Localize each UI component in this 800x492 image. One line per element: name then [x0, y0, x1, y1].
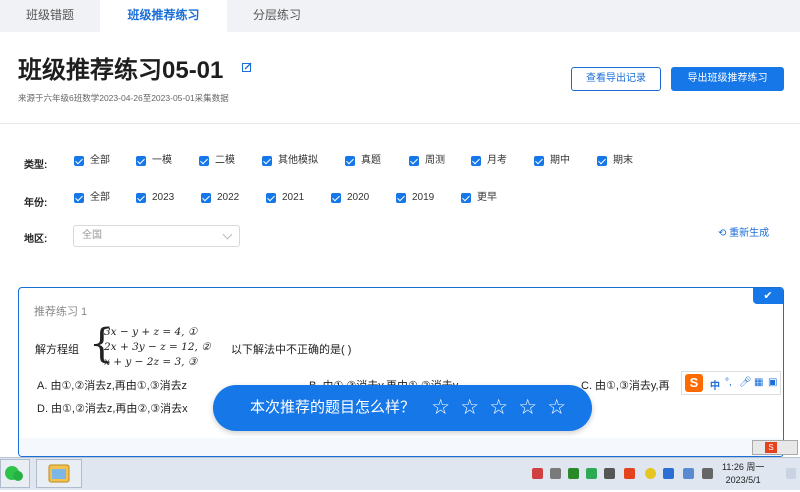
tab-class-recommended[interactable]: 班级推荐练习: [100, 0, 227, 32]
tab-bar: 班级错题 班级推荐练习 分层练习: [0, 0, 800, 32]
year-checkbox-2023[interactable]: 2023: [136, 192, 174, 206]
tray-app-icon[interactable]: [624, 468, 635, 479]
clock[interactable]: 11:26 周一 2023/5/1: [722, 461, 764, 487]
type-checkbox-real-exam[interactable]: 真题: [345, 155, 381, 169]
keyboard-icon[interactable]: ▦: [754, 377, 763, 388]
star-icon[interactable]: ☆: [518, 385, 537, 431]
rating-prompt: 本次推荐的题目怎么样？: [250, 399, 416, 416]
page-title: 班级推荐练习05-01: [18, 57, 224, 84]
practice-card: ✔ 推荐练习 1 解方程组 { 3x − y + z = 4, ① 2x + 3…: [18, 287, 784, 457]
refresh-icon: ⟲: [718, 228, 727, 239]
ime-mini-bar[interactable]: S: [752, 440, 798, 455]
equation-3: x + y − 2z = 3, ③: [104, 356, 198, 368]
wechat-tray-icon[interactable]: [586, 468, 597, 479]
show-desktop-button[interactable]: [786, 468, 796, 479]
card-title: 推荐练习 1: [34, 306, 88, 318]
type-filter-label: 类型:: [24, 160, 48, 171]
tray-app-icon[interactable]: [645, 468, 656, 479]
year-checkbox-2021[interactable]: 2021: [266, 192, 304, 206]
punctuation-icon[interactable]: °,: [725, 377, 732, 388]
star-icon[interactable]: ☆: [431, 385, 450, 431]
microphone-icon[interactable]: 🎤︎: [739, 377, 752, 388]
tray-app-icon[interactable]: [550, 468, 561, 479]
ime-language[interactable]: 中: [710, 377, 720, 392]
taskbar: 11:26 周一 2023/5/1: [0, 457, 800, 490]
chevron-down-icon: [222, 229, 233, 240]
regenerate-button[interactable]: ⟲ 重新生成: [718, 224, 769, 239]
equation-1: 3x − y + z = 4, ①: [104, 326, 198, 338]
tray-app-icon[interactable]: [568, 468, 579, 479]
export-practice-button[interactable]: 导出班级推荐练习: [671, 67, 784, 91]
type-checkbox-midterm[interactable]: 期中: [534, 155, 570, 169]
volume-icon[interactable]: [702, 468, 713, 479]
card-footer: [19, 438, 783, 456]
type-checkbox-mock1[interactable]: 一模: [136, 155, 172, 169]
clock-time: 11:26 周一: [722, 462, 765, 472]
region-filter-label: 地区:: [24, 234, 48, 245]
year-checkbox-2020[interactable]: 2020: [331, 192, 369, 206]
question-prefix: 解方程组: [35, 344, 79, 356]
year-checkbox-earlier[interactable]: 更早: [461, 192, 497, 206]
wechat-taskbar-icon[interactable]: [0, 459, 30, 488]
region-select[interactable]: 全国: [73, 225, 240, 247]
star-icon[interactable]: ☆: [489, 385, 508, 431]
option-c[interactable]: C. 由①,③消去y,再: [581, 377, 670, 393]
tray-app-icon[interactable]: [604, 468, 615, 479]
type-checkbox-all[interactable]: 全部: [74, 155, 110, 169]
ime-toolbar[interactable]: S 中 °, 🎤︎ ▦ ▣: [681, 371, 781, 395]
equation-2: 2x + 3y − z = 12, ②: [104, 341, 211, 353]
type-checkbox-weekly[interactable]: 周测: [409, 155, 445, 169]
star-icon[interactable]: ☆: [547, 385, 566, 431]
rating-bar: 本次推荐的题目怎么样？ ☆ ☆ ☆ ☆ ☆: [213, 385, 592, 431]
sogou-logo-icon[interactable]: S: [685, 374, 703, 392]
option-a[interactable]: A. 由①,②消去z,再由①,③消去z: [37, 377, 187, 393]
type-checkbox-mock2[interactable]: 二模: [199, 155, 235, 169]
year-filter-label: 年份:: [24, 198, 48, 209]
skin-icon[interactable]: ▣: [768, 377, 777, 388]
divider: [0, 123, 800, 124]
year-checkbox-all[interactable]: 全部: [74, 192, 110, 206]
type-checkbox-final[interactable]: 期末: [597, 155, 633, 169]
star-icon[interactable]: ☆: [460, 385, 479, 431]
tab-class-mistakes[interactable]: 班级错题: [0, 0, 100, 32]
check-icon[interactable]: ✔: [753, 288, 783, 304]
page-subtitle: 来源于六年级6班数学2023-04-26至2023-05-01采集数据: [18, 93, 229, 103]
type-checkbox-monthly[interactable]: 月考: [471, 155, 507, 169]
network-icon[interactable]: [683, 468, 694, 479]
question-suffix: 以下解法中不正确的是( ): [231, 344, 352, 356]
year-checkbox-2019[interactable]: 2019: [396, 192, 434, 206]
edit-icon[interactable]: [242, 62, 252, 72]
tab-tiered-practice[interactable]: 分层练习: [227, 0, 327, 32]
view-export-records-button[interactable]: 查看导出记录: [571, 67, 661, 91]
type-checkbox-other-mock[interactable]: 其他模拟: [262, 155, 318, 169]
tray-app-icon[interactable]: [532, 468, 543, 479]
sogou-mini-icon[interactable]: S: [765, 442, 777, 453]
tray-app-icon[interactable]: [663, 468, 674, 479]
clock-date: 2023/5/1: [725, 475, 761, 485]
option-d[interactable]: D. 由①,②消去z,再由②,③消去x: [37, 400, 188, 416]
year-checkbox-2022[interactable]: 2022: [201, 192, 239, 206]
file-explorer-taskbar-icon[interactable]: [36, 459, 82, 488]
